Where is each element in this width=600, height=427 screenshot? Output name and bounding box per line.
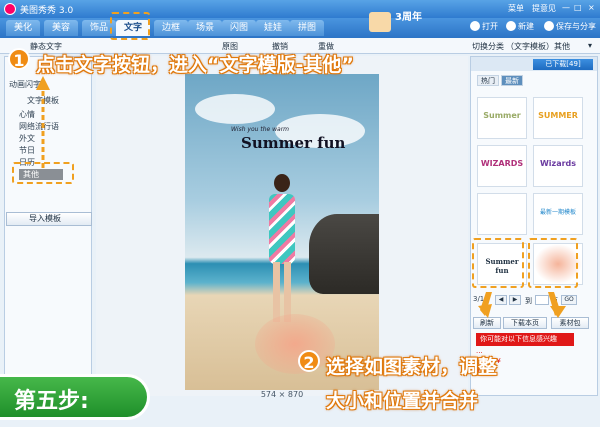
app-logo-icon: [4, 3, 16, 15]
step-badge: 第五步:: [0, 374, 150, 420]
feedback-button[interactable]: 提意见: [532, 3, 556, 14]
maximize-button[interactable]: □: [574, 3, 582, 12]
downloaded-button[interactable]: 已下载[49]: [533, 59, 593, 70]
template-item-festival[interactable]: 节日: [19, 145, 35, 156]
watercolor-sticker[interactable]: [255, 314, 335, 374]
tab-flash[interactable]: 闪图: [222, 20, 256, 36]
rock: [309, 214, 379, 294]
tab-beautify[interactable]: 美化: [6, 20, 40, 36]
close-button[interactable]: ×: [588, 3, 595, 12]
interest-bar[interactable]: 你可能对以下信息感兴趣: [476, 333, 574, 346]
import-template-button[interactable]: 导入模板: [6, 212, 92, 226]
new-button[interactable]: 新建: [506, 21, 534, 32]
template-thumb[interactable]: Summer: [477, 97, 527, 139]
step-2-instruction-line1: 选择如图素材，调整: [326, 356, 498, 378]
app-window: 美图秀秀 3.0 菜单 提意见 — □ × 美化 美容 饰品 文字 边框 场景 …: [0, 0, 600, 427]
tab-beauty[interactable]: 美容: [44, 20, 78, 36]
photo-canvas[interactable]: Wish you the warm Summer fun: [96, 56, 468, 396]
template-thumb[interactable]: 最新一期模板: [533, 193, 583, 235]
tab-newest[interactable]: 最新: [501, 75, 523, 86]
summer-fun-sticker[interactable]: Summer fun: [241, 134, 345, 152]
save-icon: [544, 21, 554, 31]
template-thumb[interactable]: [477, 193, 527, 235]
template-item-mood[interactable]: 心情: [19, 109, 35, 120]
category-label: 切换分类: [472, 42, 504, 51]
highlight-text-tab: [110, 12, 150, 40]
tab-collage[interactable]: 拼图: [290, 20, 324, 36]
anniversary-banner: 3周年: [365, 2, 445, 36]
step-1-number: 1: [8, 48, 30, 70]
chevron-down-icon[interactable]: ▾: [588, 41, 592, 50]
step-2-instruction-line2: 大小和位置并合并: [326, 390, 479, 412]
arrow-up-icon: [36, 76, 50, 168]
minimize-button[interactable]: —: [562, 3, 570, 12]
template-thumb[interactable]: WIZARDS: [477, 145, 527, 187]
step-2-number: 2: [298, 350, 320, 372]
tab-frame[interactable]: 边框: [154, 20, 188, 36]
template-thumb[interactable]: Wizards: [533, 145, 583, 187]
tab-scene[interactable]: 场景: [188, 20, 222, 36]
model-figure: [265, 174, 299, 324]
highlight-thumb-2: [528, 238, 578, 288]
save-share-button[interactable]: 保存与分享: [544, 21, 596, 32]
head: [274, 174, 290, 192]
cloud: [195, 94, 275, 124]
open-button[interactable]: 打开: [470, 21, 498, 32]
anniversary-label: 3周年: [395, 12, 422, 23]
cake-icon: [369, 12, 391, 32]
highlight-thumb-1: [472, 238, 524, 288]
app-title: 美图秀秀 3.0: [20, 6, 74, 16]
category-select[interactable]: （文字模板）其他: [506, 41, 570, 52]
title-bar: 美图秀秀 3.0 菜单 提意见 — □ ×: [0, 0, 600, 18]
template-thumb[interactable]: SUMMER: [533, 97, 583, 139]
legs: [273, 262, 291, 322]
tab-hot[interactable]: 热门: [477, 75, 499, 86]
sticker-subtitle: Wish you the warm: [231, 126, 290, 133]
dress: [269, 194, 295, 264]
arrow-down-icon: [478, 292, 566, 318]
template-item-foreign[interactable]: 外文: [19, 133, 35, 144]
menu-button[interactable]: 菜单: [508, 3, 524, 14]
plus-icon: [506, 21, 516, 31]
beach-photo[interactable]: Wish you the warm Summer fun: [185, 74, 379, 390]
folder-icon: [470, 21, 480, 31]
step-1-instruction: 点击文字按钮，进入“文字模版-其他”: [36, 54, 354, 76]
tab-doll[interactable]: 娃娃: [256, 20, 290, 36]
